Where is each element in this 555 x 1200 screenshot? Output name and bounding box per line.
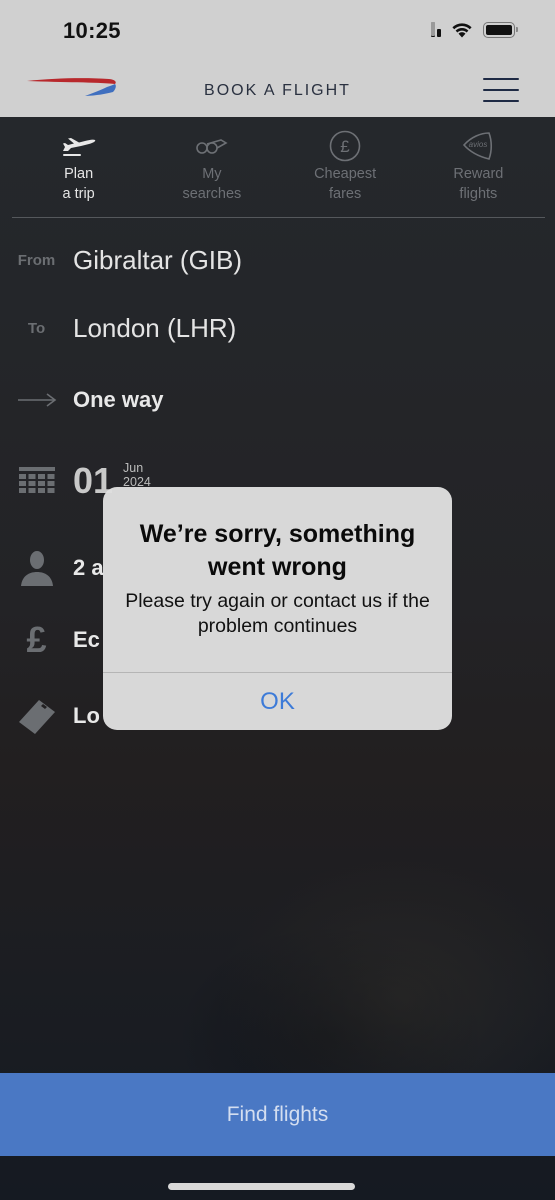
trip-type-field[interactable]: One way	[0, 382, 555, 418]
cellular-signal-icon	[431, 22, 441, 37]
pound-icon: £	[26, 619, 47, 660]
svg-text:avios: avios	[469, 140, 488, 149]
tab-reward-flights[interactable]: avios Reward flights	[412, 128, 545, 217]
binoculars-icon	[196, 139, 228, 154]
error-alert-dialog: We’re sorry, something went wrong Please…	[103, 487, 452, 730]
tab-bar: Plan a trip My searches £ Cheapest fares…	[12, 128, 545, 218]
alert-title: We’re sorry, something went wrong	[139, 520, 416, 581]
arrow-right-icon	[17, 393, 56, 407]
home-indicator	[168, 1183, 355, 1190]
date-month: Jun	[123, 461, 144, 475]
hamburger-menu-icon[interactable]	[483, 78, 519, 102]
find-flights-button[interactable]: Find flights	[0, 1073, 555, 1156]
tab-my-searches[interactable]: My searches	[145, 128, 278, 217]
top-bar: 10:25 BOOK A FLIGHT	[0, 0, 555, 117]
avios-icon: avios	[463, 132, 493, 160]
to-field[interactable]: To London (LHR)	[0, 308, 555, 348]
tab-label: Plan a trip	[62, 166, 95, 202]
tab-plan-a-trip[interactable]: Plan a trip	[12, 128, 145, 217]
passengers-value: 2 a	[73, 555, 104, 580]
tab-label: Cheapest fares	[314, 166, 377, 202]
page-title: BOOK A FLIGHT	[204, 82, 351, 99]
wifi-icon	[452, 23, 472, 38]
trip-type-value: One way	[73, 387, 164, 412]
fare-value: Lo	[73, 703, 100, 728]
calendar-icon	[18, 467, 55, 493]
tab-label: My searches	[182, 166, 242, 202]
tab-cheapest-fares[interactable]: £ Cheapest fares	[279, 128, 412, 217]
from-field[interactable]: From Gibraltar (GIB)	[0, 240, 555, 280]
status-time: 10:25	[63, 18, 121, 43]
pound-circle-icon: £	[329, 130, 361, 162]
battery-icon	[483, 22, 518, 38]
status-icons	[431, 22, 518, 38]
svg-text:£: £	[340, 137, 350, 156]
tab-label: Reward flights	[453, 166, 504, 202]
alert-message: Please try again or contact us if the pr…	[125, 590, 430, 637]
date-month-year: Jun 2024	[123, 461, 151, 489]
ticket-icon	[18, 700, 55, 734]
from-label: From	[17, 251, 56, 269]
cabin-value: Ec	[73, 627, 100, 652]
alert-ok-button[interactable]: OK	[103, 673, 452, 730]
from-value: Gibraltar (GIB)	[73, 244, 243, 275]
person-icon	[20, 551, 53, 586]
to-label: To	[27, 319, 46, 337]
airplane-icon	[62, 138, 95, 156]
to-value: London (LHR)	[73, 312, 237, 343]
